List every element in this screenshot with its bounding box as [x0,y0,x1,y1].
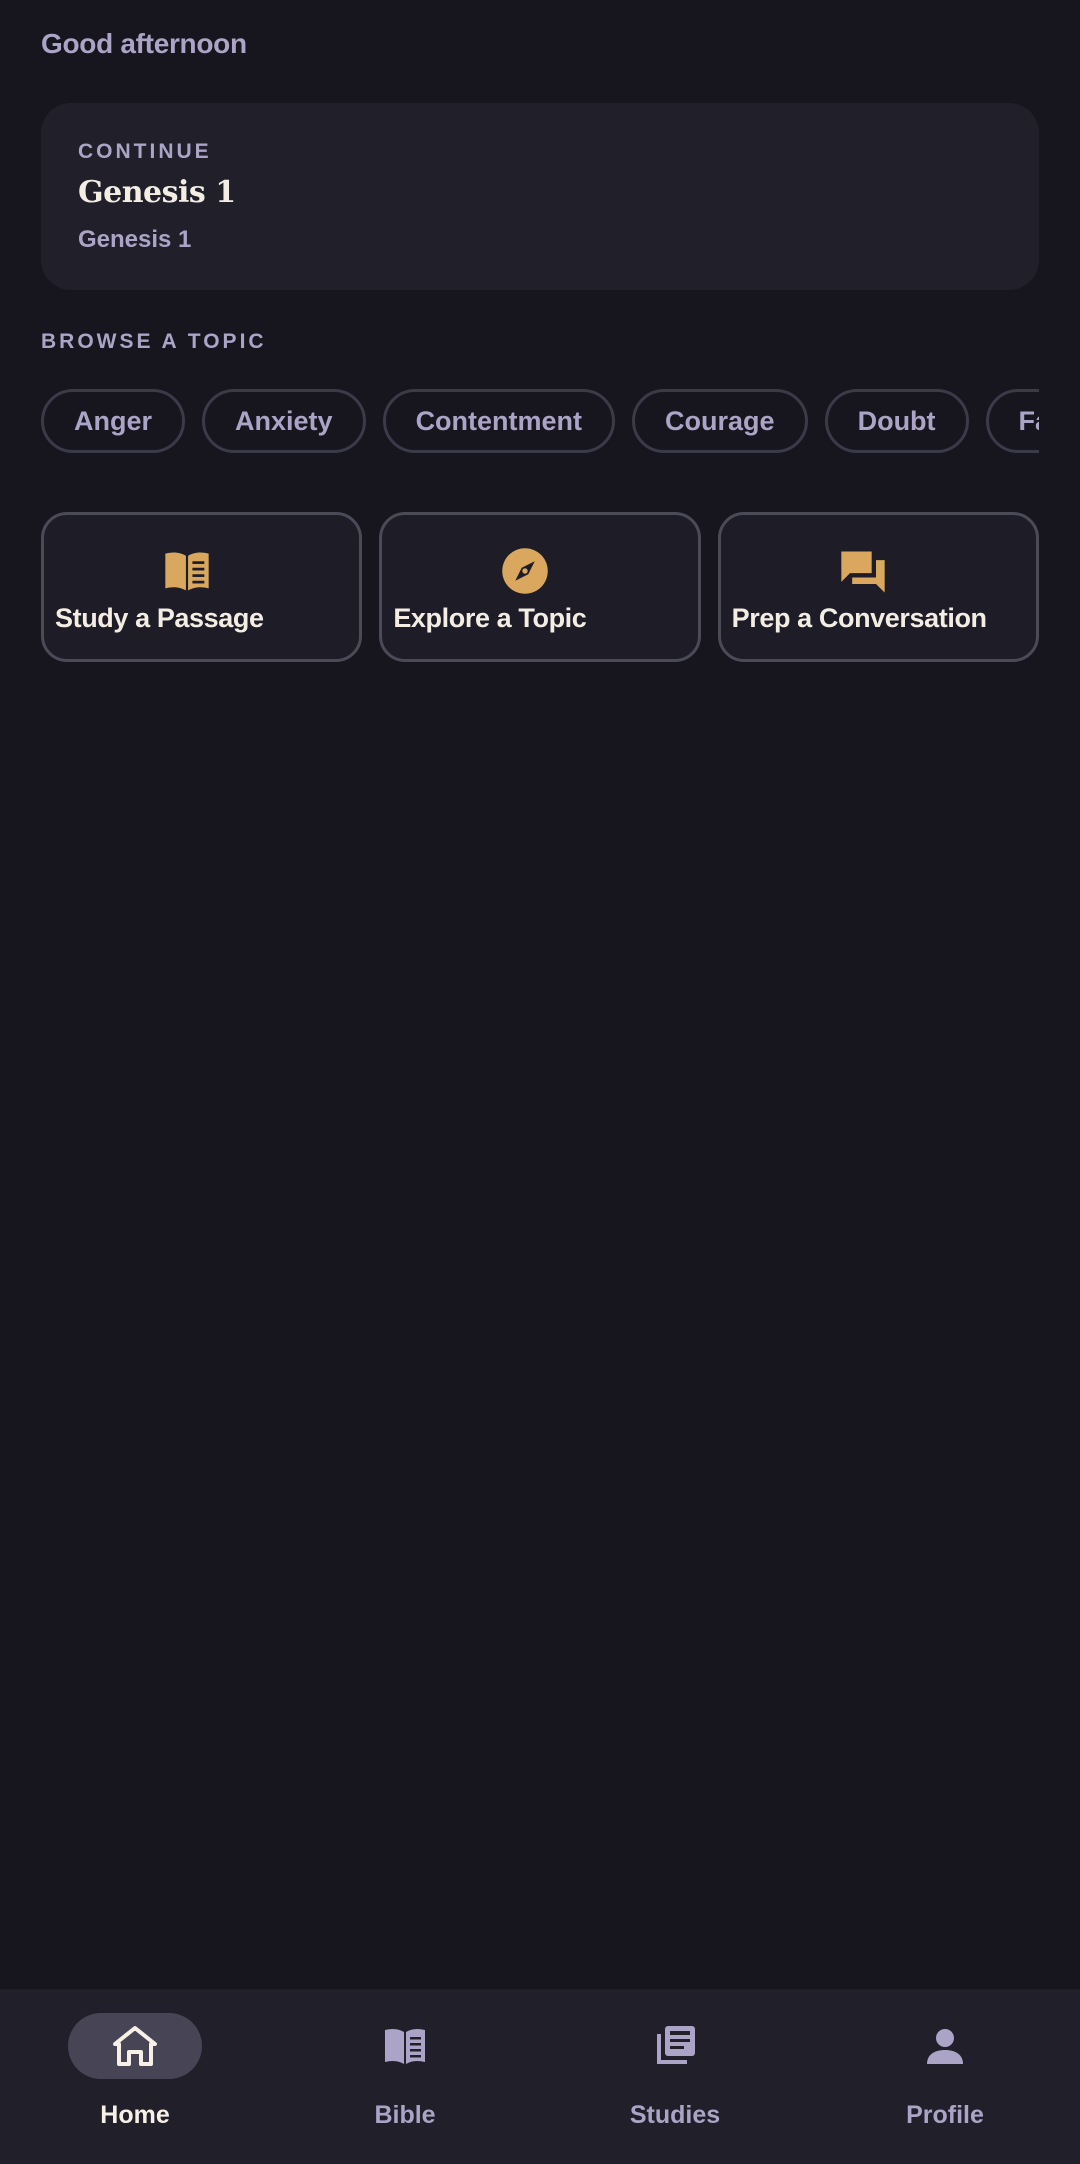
study-passage-label: Study a Passage [55,603,264,633]
prep-conversation-button[interactable]: Prep a Conversation [717,512,1039,662]
greeting: Good afternoon [41,28,247,59]
library-icon [608,2013,742,2079]
quick-actions: Study a Passage Explore a Topic Prep a C… [41,512,1039,662]
compass-icon [382,545,697,597]
person-icon [878,2013,1012,2079]
nav-label-profile: Profile [906,2101,984,2129]
book-open-icon [44,545,359,597]
nav-item-studies[interactable]: Studies [540,1989,810,2164]
continue-title: Genesis 1 [78,175,236,210]
explore-topic-label: Explore a Topic [393,603,587,633]
nav-label-studies: Studies [629,2101,721,2129]
topic-chip-doubt[interactable]: Doubt [824,389,969,453]
home-icon [68,2013,202,2079]
continue-label: CONTINUE [78,140,212,163]
explore-topic-button[interactable]: Explore a Topic [379,512,701,662]
continue-card[interactable]: CONTINUE Genesis 1 Genesis 1 [41,103,1039,290]
topic-chip-faith[interactable]: Faith [985,389,1039,453]
prep-conversation-label: Prep a Conversation [731,603,987,633]
study-passage-button[interactable]: Study a Passage [41,512,363,662]
nav-item-home[interactable]: Home [0,1989,270,2164]
topic-chip-contentment[interactable]: Contentment [382,389,616,453]
bottom-nav: Home Bible Studies Profile [0,1989,1080,2164]
nav-item-bible[interactable]: Bible [270,1989,540,2164]
book-icon [338,2013,472,2079]
topic-chip-courage[interactable]: Courage [632,389,808,453]
topic-chip-anger[interactable]: Anger [41,389,186,453]
topic-chips-scroller[interactable]: Anger Anxiety Contentment Courage Doubt … [41,389,1039,457]
nav-item-profile[interactable]: Profile [810,1989,1080,2164]
chat-bubbles-icon [721,545,1036,597]
nav-label-home: Home [100,2101,170,2129]
browse-topic-label: BROWSE A TOPIC [41,330,267,353]
nav-label-bible: Bible [374,2101,436,2129]
continue-subtitle: Genesis 1 [78,226,192,253]
topic-chip-anxiety[interactable]: Anxiety [202,389,366,453]
